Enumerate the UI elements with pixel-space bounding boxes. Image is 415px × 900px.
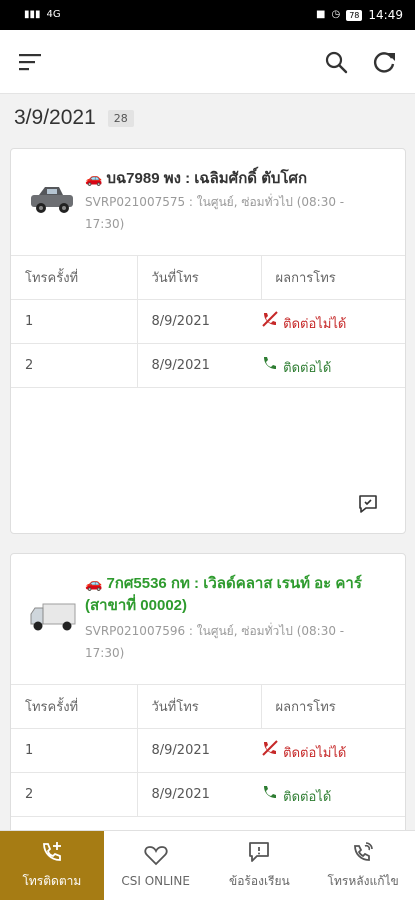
- status-bar: ▮▮▮ 4G ■ ◷ 78 14:49: [0, 0, 415, 30]
- nav-csi-online[interactable]: CSI ONLINE: [104, 831, 208, 900]
- job-card[interactable]: 🚗 บฉ7989 พง : เฉลิมศักดิ์ ตับโศก SVRP0210…: [10, 148, 406, 534]
- job-meta: SVRP021007596 : ในศูนย์, ซ่อมทั่วไป (08:…: [85, 620, 385, 664]
- header-call-no: โทรครั้งที่: [11, 255, 138, 300]
- call-date: 8/9/2021: [137, 772, 261, 817]
- comment-icon[interactable]: [357, 493, 379, 515]
- date-group-date: 3/9/2021: [14, 106, 96, 129]
- bag-icon: ■: [316, 9, 326, 20]
- call-result-text: ติดต่อได้: [283, 360, 332, 376]
- status-left: ▮▮▮ 4G: [24, 10, 61, 20]
- battery-level: 78: [346, 9, 363, 21]
- table-header-row: โทรครั้งที่ วันที่โทร ผลการโทร: [11, 684, 405, 729]
- table-row: 1 8/9/2021 ติดต่อไม่ได้: [11, 728, 405, 773]
- search-button[interactable]: [322, 48, 350, 76]
- phone-icon: [264, 785, 276, 798]
- network-label: 4G: [46, 9, 61, 20]
- call-history-table: โทรครั้งที่ วันที่โทร ผลการโทร 1 8/9/202…: [11, 255, 405, 388]
- job-meta-line2: 17:30): [85, 217, 125, 231]
- pickup-truck-icon: [31, 187, 73, 213]
- car-icon: 🚗: [85, 170, 103, 186]
- nav-label: โทรติดตาม: [22, 874, 82, 888]
- nav-complaints[interactable]: ข้อร้องเรียน: [208, 831, 312, 900]
- nav-post-repair-call[interactable]: โทรหลังแก้ไข: [311, 831, 415, 900]
- job-meta-line2: 17:30): [85, 646, 125, 660]
- vehicle-plate-line2: (สาขาที่ 00002): [85, 597, 188, 614]
- table-row: 2 8/9/2021 ติดต่อได้: [11, 343, 405, 388]
- date-group-header: 3/9/2021 28: [14, 104, 134, 132]
- table-header-row: โทรครั้งที่ วันที่โทร ผลการโทร: [11, 255, 405, 300]
- call-date: 8/9/2021: [137, 299, 261, 344]
- header-call-date: วันที่โทร: [137, 684, 262, 729]
- box-truck-icon: [30, 603, 76, 631]
- call-no: 2: [11, 772, 138, 817]
- call-result-text: ติดต่อได้: [283, 789, 332, 805]
- call-result: ติดต่อไม่ได้: [261, 739, 405, 763]
- menu-lines-icon: [19, 54, 41, 71]
- refresh-button[interactable]: [370, 48, 398, 76]
- call-result-text: ติดต่อไม่ได้: [283, 316, 347, 332]
- nav-follow-up-call[interactable]: โทรติดตาม: [0, 831, 104, 900]
- bottom-nav: โทรติดตาม CSI ONLINE ข้อร้องเรียน โทรหลั…: [0, 830, 415, 900]
- search-icon: [325, 51, 348, 74]
- card-header: 🚗 7กศ5536 กท : เวิลด์คลาส เรนท์ อะ คาร์ (…: [11, 554, 405, 686]
- nav-label: CSI ONLINE: [121, 873, 190, 888]
- app-bar: [0, 30, 415, 94]
- header-call-date: วันที่โทร: [137, 255, 262, 300]
- job-card[interactable]: 🚗 7กศ5536 กท : เวิลด์คลาส เรนท์ อะ คาร์ (…: [10, 553, 406, 853]
- vehicle-plate: 🚗 7กศ5536 กท : เวิลด์คลาส เรนท์ อะ คาร์ (…: [85, 572, 362, 617]
- heart-icon: [144, 845, 168, 865]
- status-right: ■ ◷ 78 14:49: [316, 8, 403, 22]
- phone-missed-icon: [262, 310, 278, 327]
- vehicle-plate: 🚗 บฉ7989 พง : เฉลิมศักดิ์ ตับโศก: [85, 170, 308, 187]
- call-result: ติดต่อได้: [261, 783, 405, 807]
- nav-label: โทรหลังแก้ไข: [327, 874, 399, 888]
- call-no: 2: [11, 343, 138, 388]
- car-icon: 🚗: [85, 575, 103, 591]
- call-result: ติดต่อไม่ได้: [261, 310, 405, 334]
- call-result-text: ติดต่อไม่ได้: [283, 745, 347, 761]
- date-group-count: 28: [107, 109, 134, 127]
- phone-missed-icon: [262, 739, 278, 756]
- job-meta-line1: SVRP021007575 : ในศูนย์, ซ่อมทั่วไป (08:…: [85, 195, 345, 209]
- table-row: 2 8/9/2021 ติดต่อได้: [11, 772, 405, 817]
- refresh-icon: [373, 52, 395, 73]
- phone-add-icon: [42, 842, 61, 861]
- call-no: 1: [11, 299, 138, 344]
- network-icon: ▮▮▮: [24, 9, 41, 20]
- call-result: ติดต่อได้: [261, 354, 405, 378]
- header-call-no: โทรครั้งที่: [11, 684, 138, 729]
- job-meta-line1: SVRP021007596 : ในศูนย์, ซ่อมทั่วไป (08:…: [85, 624, 345, 638]
- call-history-table: โทรครั้งที่ วันที่โทร ผลการโทร 1 8/9/202…: [11, 684, 405, 817]
- call-date: 8/9/2021: [137, 343, 261, 388]
- call-no: 1: [11, 728, 138, 773]
- phone-ring-icon: [354, 842, 373, 861]
- phone-icon: [264, 356, 276, 369]
- alarm-icon: ◷: [331, 9, 341, 20]
- header-call-result: ผลการโทร: [261, 684, 405, 729]
- job-meta: SVRP021007575 : ในศูนย์, ซ่อมทั่วไป (08:…: [85, 191, 385, 235]
- header-call-result: ผลการโทร: [261, 255, 405, 300]
- menu-button[interactable]: [16, 48, 44, 76]
- nav-label: ข้อร้องเรียน: [229, 874, 290, 888]
- comment-icon: [249, 842, 270, 862]
- card-header: 🚗 บฉ7989 พง : เฉลิมศักดิ์ ตับโศก SVRP0210…: [11, 149, 405, 249]
- status-time: 14:49: [368, 8, 403, 22]
- call-date: 8/9/2021: [137, 728, 261, 773]
- table-row: 1 8/9/2021 ติดต่อไม่ได้: [11, 299, 405, 344]
